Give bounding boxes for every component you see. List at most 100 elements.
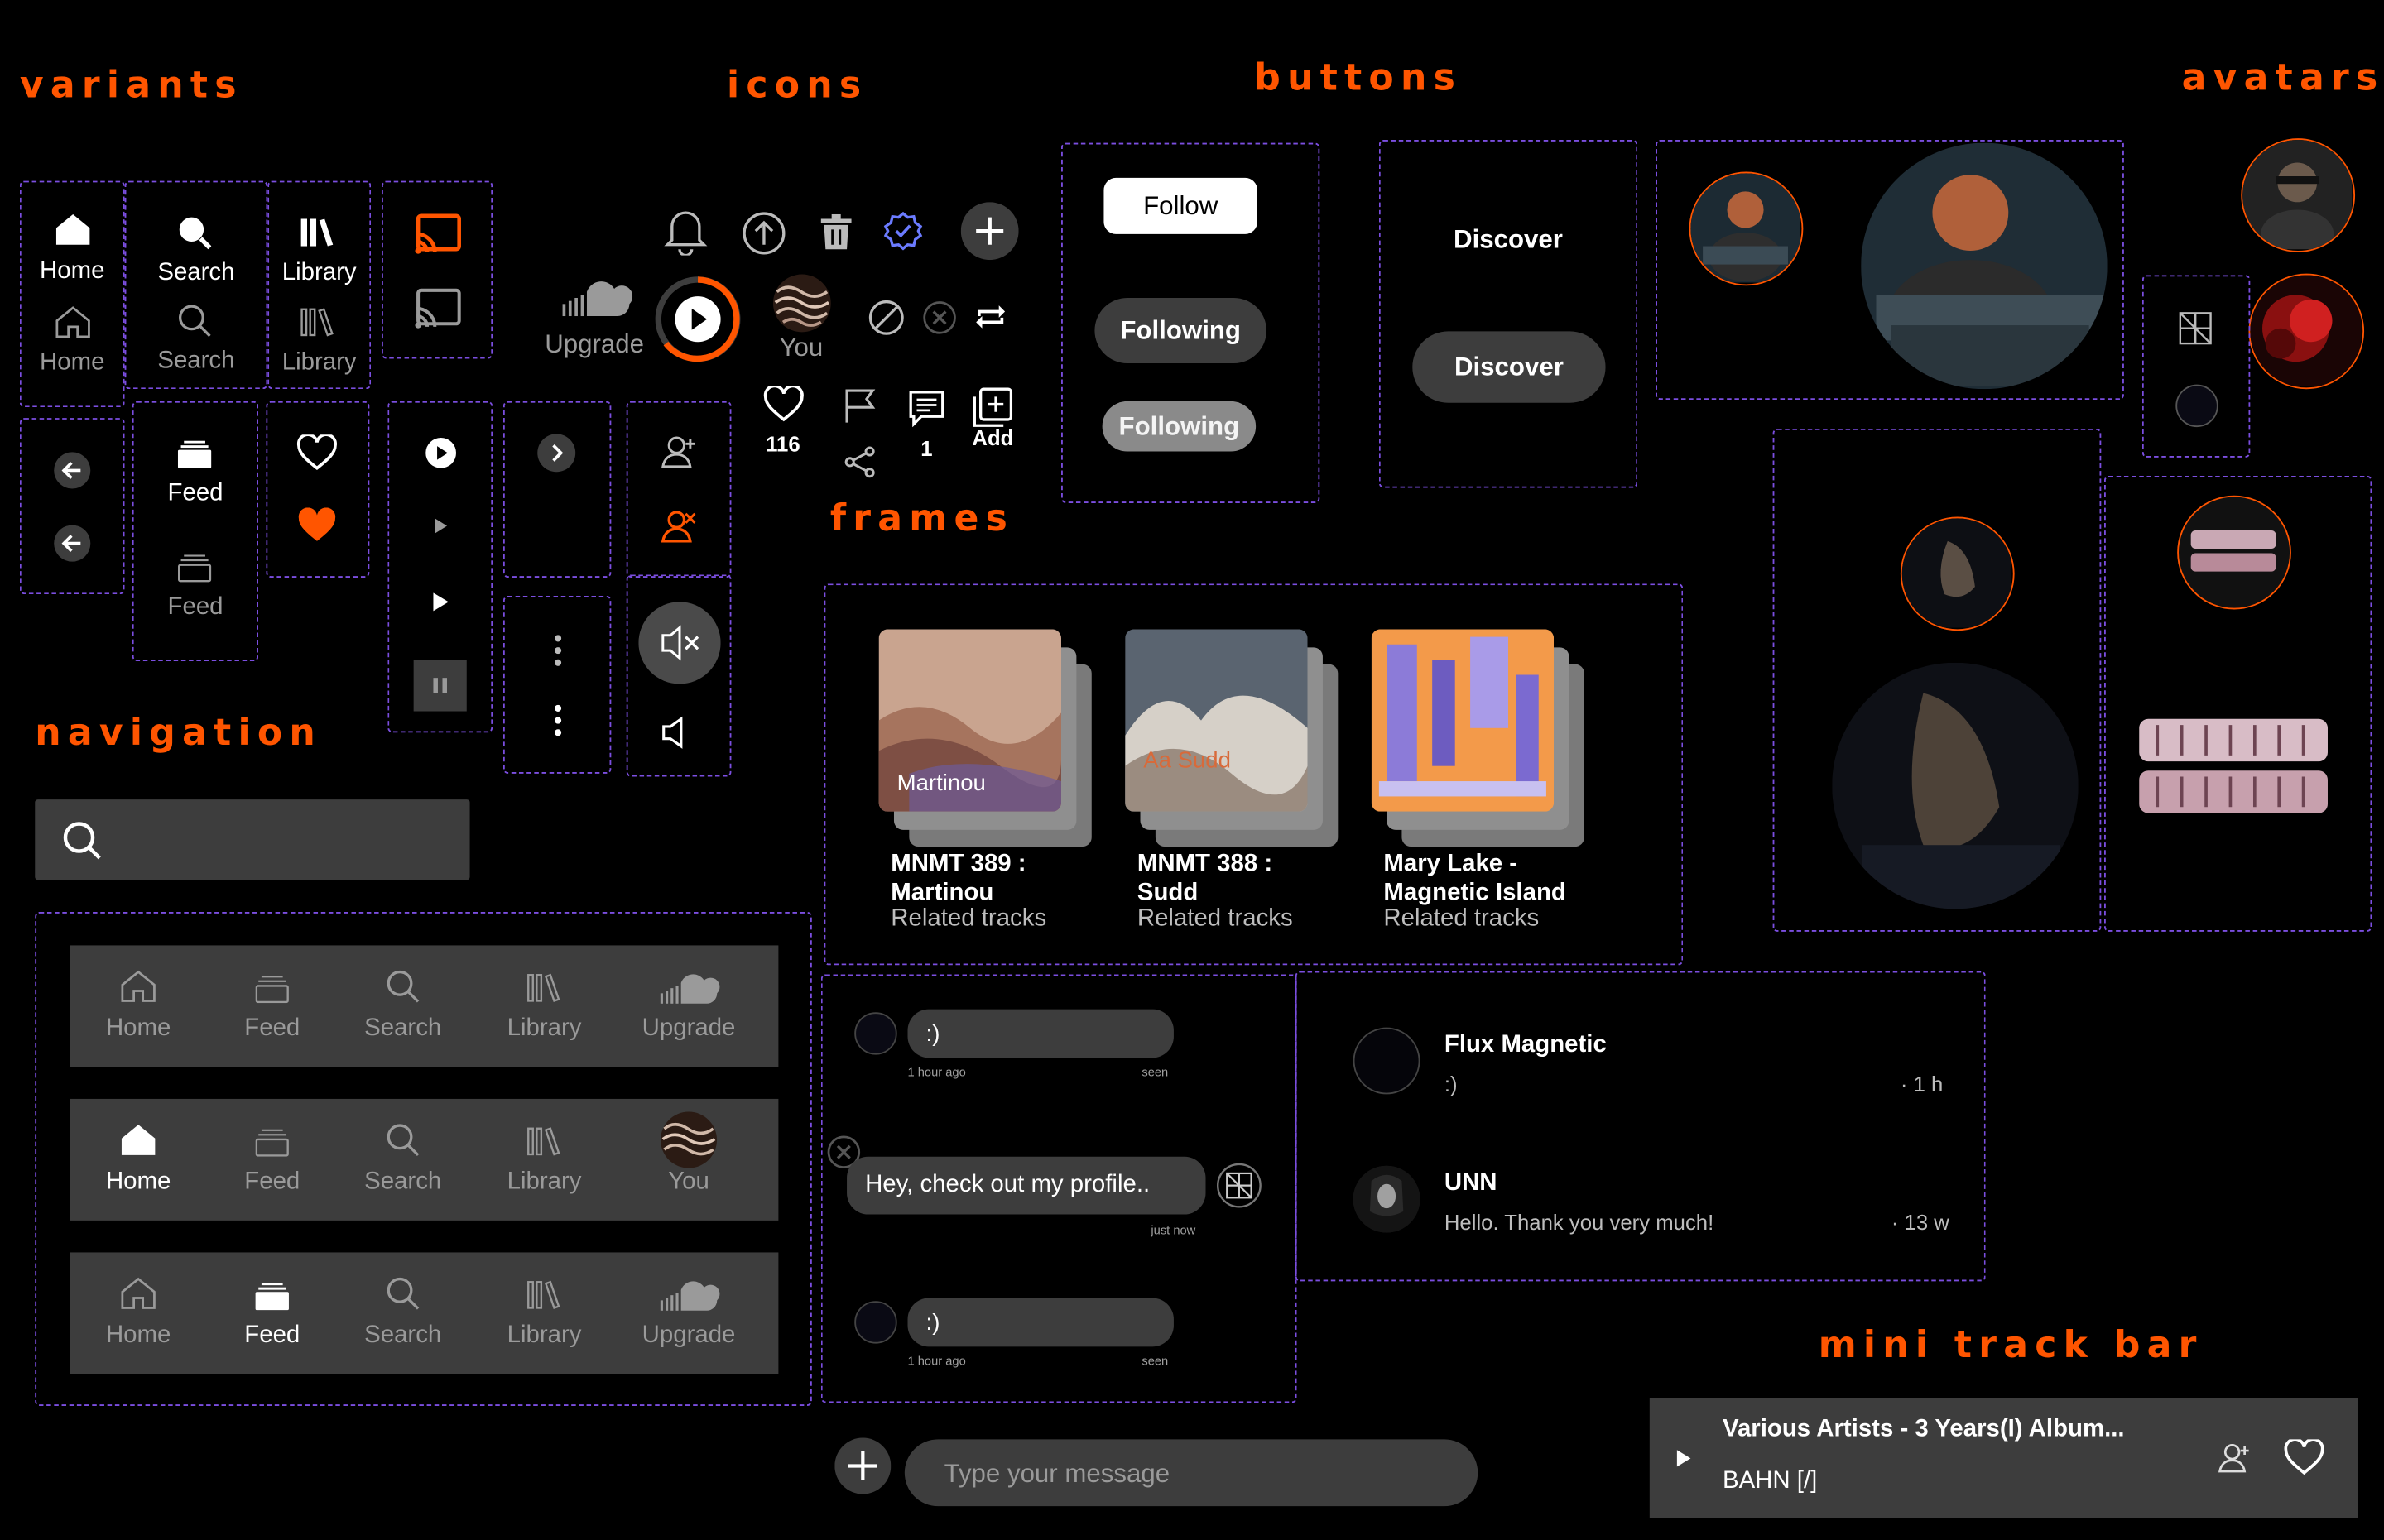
- nav-item-feed[interactable]: Feed: [211, 945, 333, 1067]
- library-active-label: Library: [281, 260, 357, 286]
- follow-button[interactable]: Follow: [1103, 177, 1257, 234]
- nav-item-search[interactable]: Search: [342, 1252, 464, 1374]
- search-inactive-label: Search: [157, 348, 235, 374]
- block-icon[interactable]: [868, 300, 905, 336]
- cast-icon[interactable]: [414, 287, 463, 329]
- conversation-name[interactable]: Flux Magnetic: [1444, 1032, 1607, 1059]
- avatar[interactable]: [1900, 516, 2015, 631]
- library-outline-icon[interactable]: [300, 307, 336, 338]
- message-input[interactable]: Type your message: [904, 1439, 1478, 1507]
- avatar[interactable]: [2177, 495, 2291, 610]
- nav-item-library[interactable]: Library: [483, 1099, 605, 1221]
- mute-icon[interactable]: [638, 602, 721, 684]
- variant-frame-follow-user: [626, 401, 732, 578]
- following-button[interactable]: Following: [1094, 297, 1266, 363]
- avatar[interactable]: [1353, 1027, 1420, 1095]
- upload-icon[interactable]: [742, 211, 786, 255]
- artist-logo[interactable]: [2136, 712, 2331, 822]
- play-icon[interactable]: [1675, 1448, 1692, 1468]
- conversation-name[interactable]: UNN: [1444, 1170, 1497, 1197]
- search-outline-icon[interactable]: [178, 304, 211, 338]
- nav-item-library[interactable]: Library: [483, 945, 605, 1067]
- home-outline-icon[interactable]: [55, 305, 91, 338]
- message-time: just now: [1151, 1223, 1196, 1238]
- library-filled-icon[interactable]: [300, 218, 336, 248]
- search-icon: [62, 821, 102, 861]
- avatar[interactable]: [1353, 1165, 1420, 1233]
- play-progress-icon[interactable]: [654, 275, 743, 363]
- add-user-active-icon[interactable]: [661, 509, 698, 543]
- heart-outline-icon[interactable]: [296, 434, 338, 471]
- chevron-right-icon[interactable]: [536, 433, 576, 473]
- add-circle-icon[interactable]: [960, 202, 1019, 261]
- add-to-playlist-icon[interactable]: [973, 387, 1013, 427]
- avatar[interactable]: [1689, 171, 1804, 286]
- back-arrow-icon[interactable]: [53, 451, 91, 489]
- avatar[interactable]: [2248, 273, 2365, 390]
- volume-icon[interactable]: [661, 716, 685, 749]
- nav-item-label: Library: [507, 1322, 582, 1349]
- nav-item-feed[interactable]: Feed: [211, 1252, 333, 1374]
- nav-item-home[interactable]: Home: [78, 1099, 199, 1221]
- nav-item-upgrade[interactable]: Upgrade: [628, 1252, 750, 1374]
- message-bubble[interactable]: Hey, check out my profile..: [847, 1156, 1206, 1215]
- feed-outline-icon[interactable]: [177, 554, 212, 583]
- nav-item-upgrade[interactable]: Upgrade: [628, 945, 750, 1067]
- avatar-large[interactable]: [1832, 662, 2079, 909]
- library-inactive-label: Library: [281, 349, 357, 376]
- back-arrow-icon[interactable]: [53, 525, 91, 563]
- comment-icon[interactable]: [908, 389, 946, 428]
- nav-item-library[interactable]: Library: [483, 1252, 605, 1374]
- repost-icon[interactable]: [973, 303, 1007, 332]
- more-vertical-icon[interactable]: [554, 634, 563, 667]
- conversation-time: · 1 h: [1900, 1071, 1944, 1096]
- search-filled-icon[interactable]: [178, 216, 212, 250]
- cast-active-icon[interactable]: [414, 213, 463, 255]
- mini-track-title: Various Artists - 3 Years(I) Album...: [1722, 1416, 2125, 1443]
- nav-item-search[interactable]: Search: [342, 1099, 464, 1221]
- add-user-icon[interactable]: [2218, 1442, 2252, 1473]
- track-cover-art[interactable]: [1125, 629, 1308, 812]
- play-circle-icon[interactable]: [424, 436, 457, 469]
- mini-track-bar[interactable]: Various Artists - 3 Years(I) Album... BA…: [1649, 1398, 2358, 1518]
- image-placeholder-icon[interactable]: [1216, 1163, 1262, 1208]
- feed-filled-icon[interactable]: [177, 440, 212, 468]
- discover-button[interactable]: Discover: [1412, 331, 1606, 403]
- pause-icon[interactable]: [413, 660, 467, 712]
- frame-title[interactable]: MNMT 388 : Sudd: [1137, 850, 1272, 908]
- message-bubble[interactable]: :): [907, 1298, 1174, 1347]
- avatar-small[interactable]: [2175, 384, 2218, 428]
- nav-item-home[interactable]: Home: [78, 945, 199, 1067]
- nav-item-you[interactable]: You: [628, 1099, 750, 1221]
- more-vertical-icon[interactable]: [554, 703, 563, 736]
- variant-frame-like: [266, 401, 370, 578]
- play-small-icon[interactable]: [433, 516, 448, 535]
- trash-icon[interactable]: [820, 213, 853, 251]
- avatar[interactable]: [854, 1012, 897, 1055]
- nav-item-search[interactable]: Search: [342, 945, 464, 1067]
- avatar[interactable]: [2241, 138, 2356, 252]
- like-icon[interactable]: [763, 386, 805, 423]
- nav-item-home[interactable]: Home: [78, 1252, 199, 1374]
- avatar-large[interactable]: [1861, 142, 2108, 390]
- search-input[interactable]: [35, 799, 470, 880]
- avatar[interactable]: [854, 1301, 897, 1344]
- flag-icon[interactable]: [844, 387, 877, 424]
- discover-text-button[interactable]: Discover: [1379, 225, 1637, 256]
- bell-icon[interactable]: [663, 207, 709, 256]
- close-circle-icon[interactable]: [923, 301, 956, 334]
- heart-outline-icon[interactable]: [2284, 1439, 2325, 1475]
- frame-title[interactable]: MNMT 389 : Martinou: [891, 850, 1026, 908]
- you-avatar-icon[interactable]: [772, 274, 832, 333]
- add-user-icon[interactable]: [661, 434, 698, 468]
- play-icon[interactable]: [432, 591, 450, 612]
- share-icon[interactable]: [844, 445, 877, 478]
- track-cover-art[interactable]: [1371, 629, 1555, 812]
- following-button-light[interactable]: Following: [1102, 401, 1257, 452]
- add-attachment-icon[interactable]: [834, 1437, 892, 1494]
- message-bubble[interactable]: :): [907, 1009, 1174, 1058]
- frame-title[interactable]: Mary Lake - Magnetic Island: [1383, 850, 1565, 908]
- heart-filled-icon[interactable]: [296, 507, 338, 544]
- nav-item-feed[interactable]: Feed: [211, 1099, 333, 1221]
- home-filled-icon[interactable]: [55, 213, 91, 246]
